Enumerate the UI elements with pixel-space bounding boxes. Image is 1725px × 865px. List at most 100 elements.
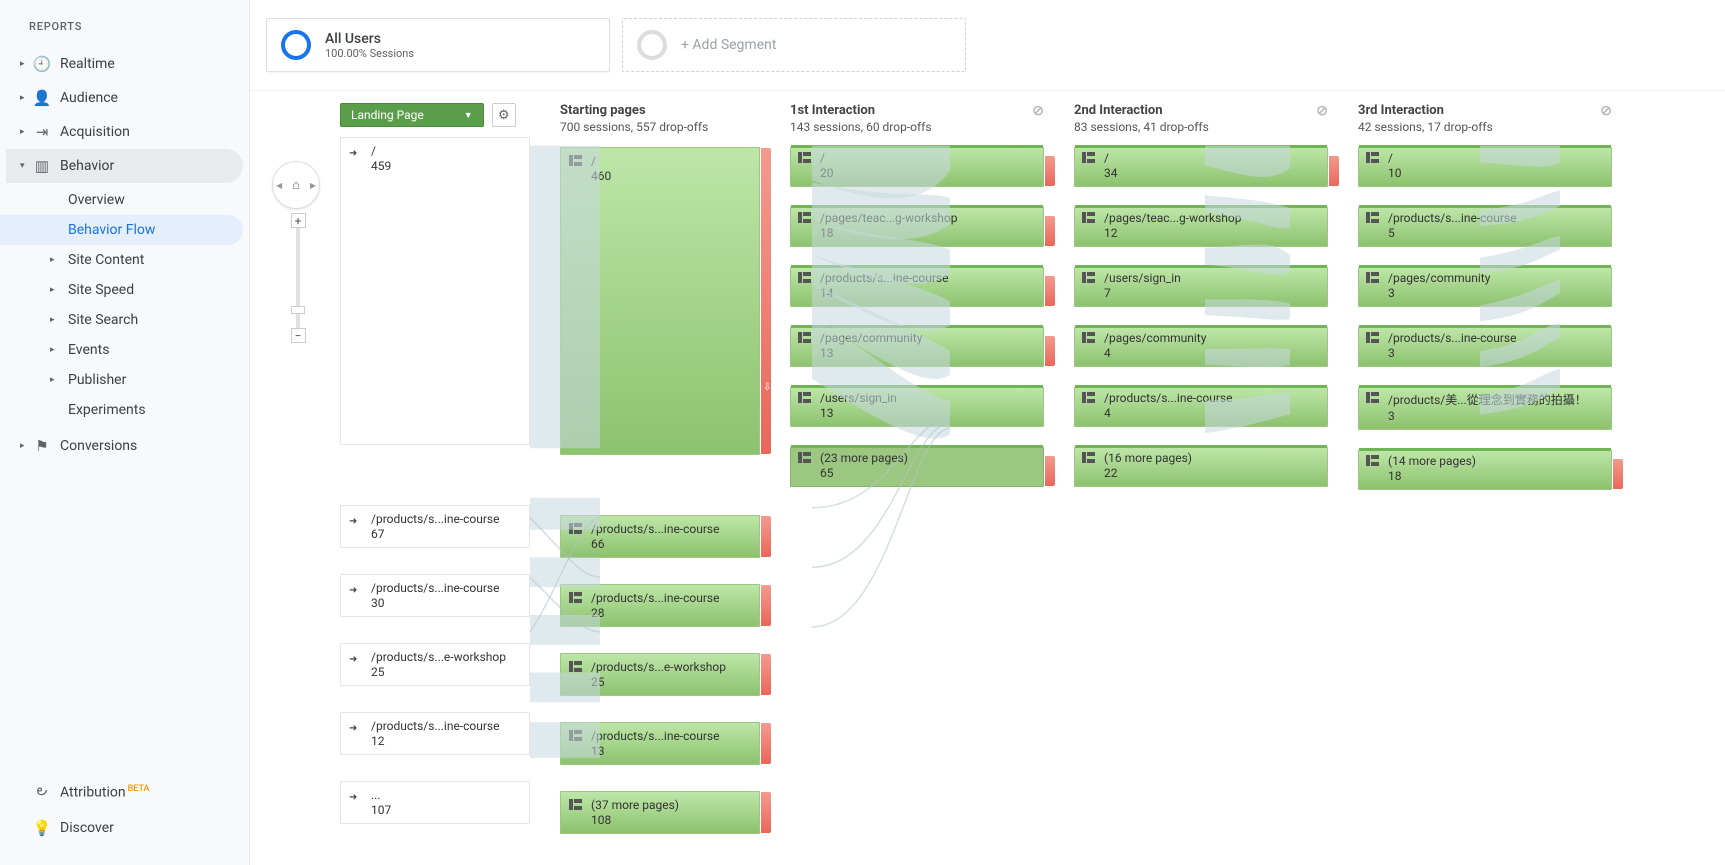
node-bar <box>1359 265 1611 268</box>
flow-node[interactable]: /products/s...ine-course13 <box>560 722 760 765</box>
node-path: ... <box>371 788 391 802</box>
node-path: (37 more pages) <box>591 798 679 812</box>
node-count: 7 <box>1104 286 1181 300</box>
dropoff-bar: ⇩ <box>761 148 771 454</box>
flow-node[interactable]: /pages/teac...g-workshop12 <box>1074 207 1328 247</box>
settings-button[interactable]: ⚙ <box>492 103 516 127</box>
page-icon <box>1082 212 1098 226</box>
flow-node[interactable]: /20 <box>790 147 1044 187</box>
node-bar <box>791 385 1043 388</box>
flow-node[interactable]: /460⇩ <box>560 147 760 455</box>
flow-node[interactable]: /pages/community3 <box>1358 267 1612 307</box>
flow-node[interactable]: /products/s...e-workshop25 <box>340 643 530 686</box>
flow-node[interactable]: /products/s...ine-course67 <box>340 505 530 548</box>
close-column-button[interactable]: ⊘ <box>1600 103 1612 119</box>
flow-node[interactable]: /products/s...ine-course28 <box>560 584 760 627</box>
node-count: 5 <box>1388 226 1517 240</box>
nav-attribution[interactable]: ౿ AttributionBETA <box>6 773 243 811</box>
flow-node[interactable]: /pages/community13 <box>790 327 1044 367</box>
nav-audience[interactable]: ▸ 👤 Audience <box>6 81 243 115</box>
beta-badge: BETA <box>128 784 150 794</box>
node-count: 4 <box>1104 406 1233 420</box>
flow-node[interactable]: ...107 <box>340 781 530 824</box>
flow-node[interactable]: /products/s...ine-course12 <box>340 712 530 755</box>
node-count: 13 <box>820 406 897 420</box>
zoom-slider-track[interactable] <box>296 228 300 328</box>
flow-node[interactable]: (16 more pages)22 <box>1074 447 1328 487</box>
flow-node[interactable]: /products/s...ine-course3 <box>1358 327 1612 367</box>
flow-node[interactable]: /pages/community4 <box>1074 327 1328 367</box>
dropoff-bar <box>1045 456 1055 486</box>
zoom-out-button[interactable]: − <box>291 328 306 343</box>
subnav-behavior-flow[interactable]: Behavior Flow <box>0 215 243 245</box>
flow-node[interactable]: /products/美...從理念到實務的拍攝！3 <box>1358 387 1612 430</box>
zoom-slider-handle[interactable] <box>291 306 305 314</box>
nav-discover[interactable]: 💡 Discover <box>6 811 243 845</box>
chevron-right-icon: ▸ <box>20 59 30 69</box>
subnav-publisher[interactable]: ▸Publisher <box>0 365 243 395</box>
page-icon <box>1082 332 1098 346</box>
dimension-select[interactable]: Landing Page ▼ <box>340 103 484 127</box>
dropoff-bar <box>761 516 771 557</box>
flow-node[interactable]: /products/s...ine-course4 <box>1074 387 1328 427</box>
column-sub: 42 sessions, 17 drop-offs <box>1358 120 1493 134</box>
flow-node[interactable]: (37 more pages)108 <box>560 791 760 834</box>
zoom-in-button[interactable]: + <box>291 213 306 228</box>
flow-node[interactable]: /10 <box>1358 147 1612 187</box>
node-count: 459 <box>371 159 391 173</box>
flow-node[interactable]: /products/s...ine-course66 <box>560 515 760 558</box>
close-column-button[interactable]: ⊘ <box>1316 103 1328 119</box>
column-sub: 700 sessions, 557 drop-offs <box>560 120 760 134</box>
node-path: / <box>1104 151 1118 165</box>
flow-node[interactable]: /users/sign_in13 <box>790 387 1044 427</box>
page-icon <box>1366 455 1382 469</box>
subnav-site-speed[interactable]: ▸Site Speed <box>0 275 243 305</box>
subnav-site-content[interactable]: ▸Site Content <box>0 245 243 275</box>
close-column-button[interactable]: ⊘ <box>1032 103 1044 119</box>
dimension-label: Landing Page <box>351 108 424 122</box>
column-sub: 143 sessions, 60 drop-offs <box>790 120 932 134</box>
page-icon <box>798 152 814 166</box>
flow-node[interactable]: (23 more pages)65 <box>790 447 1044 487</box>
flow-node[interactable]: /products/s...ine-course30 <box>340 574 530 617</box>
subnav-experiments[interactable]: Experiments <box>0 395 243 425</box>
chevron-down-icon: ▾ <box>20 161 30 171</box>
node-bar <box>791 145 1043 148</box>
flow-node[interactable]: (14 more pages)18 <box>1358 450 1612 490</box>
flow-node[interactable]: /34 <box>1074 147 1328 187</box>
nav-label: Conversions <box>60 438 233 454</box>
chevron-down-icon: ▼ <box>464 110 473 121</box>
behavior-flow-viz: ◀ ⌂ ▶ + − Landing Page ▼ <box>250 91 1725 865</box>
node-bar <box>791 325 1043 328</box>
subnav-events[interactable]: ▸Events <box>0 335 243 365</box>
nav-acquisition[interactable]: ▸ ⇥ Acquisition <box>6 115 243 149</box>
node-count: 25 <box>591 675 726 689</box>
subnav-overview[interactable]: Overview <box>0 185 243 215</box>
flow-node[interactable]: /459 <box>340 137 530 445</box>
pan-control[interactable]: ◀ ⌂ ▶ <box>272 161 320 209</box>
subnav-site-search[interactable]: ▸Site Search <box>0 305 243 335</box>
nav-behavior[interactable]: ▾ ▥ Behavior <box>6 149 243 183</box>
nav-conversions[interactable]: ▸ ⚑ Conversions <box>6 429 243 463</box>
flow-node[interactable]: /users/sign_in7 <box>1074 267 1328 307</box>
nav-label: Behavior <box>60 158 233 174</box>
node-count: 13 <box>591 744 720 758</box>
entry-icon <box>349 145 365 159</box>
node-count: 30 <box>371 596 500 610</box>
flow-node[interactable]: /products/s...ine-course14 <box>790 267 1044 307</box>
segment-all-users[interactable]: All Users 100.00% Sessions <box>266 18 610 72</box>
segment-title: All Users <box>325 31 414 47</box>
flow-node[interactable]: /products/s...ine-course5 <box>1358 207 1612 247</box>
flow-node[interactable]: /pages/teac...g-workshop18 <box>790 207 1044 247</box>
entry-icon <box>349 651 365 665</box>
node-bar <box>791 445 1043 448</box>
nav-label: Realtime <box>60 56 233 72</box>
flow-node[interactable]: /products/s...e-workshop25 <box>560 653 760 696</box>
page-icon <box>1366 152 1382 166</box>
node-bar <box>1075 385 1327 388</box>
add-segment-button[interactable]: + Add Segment <box>622 18 966 72</box>
nav-realtime[interactable]: ▸ 🕘 Realtime <box>6 47 243 81</box>
node-bar <box>1359 205 1611 208</box>
node-count: 66 <box>591 537 720 551</box>
page-icon <box>1366 392 1382 406</box>
